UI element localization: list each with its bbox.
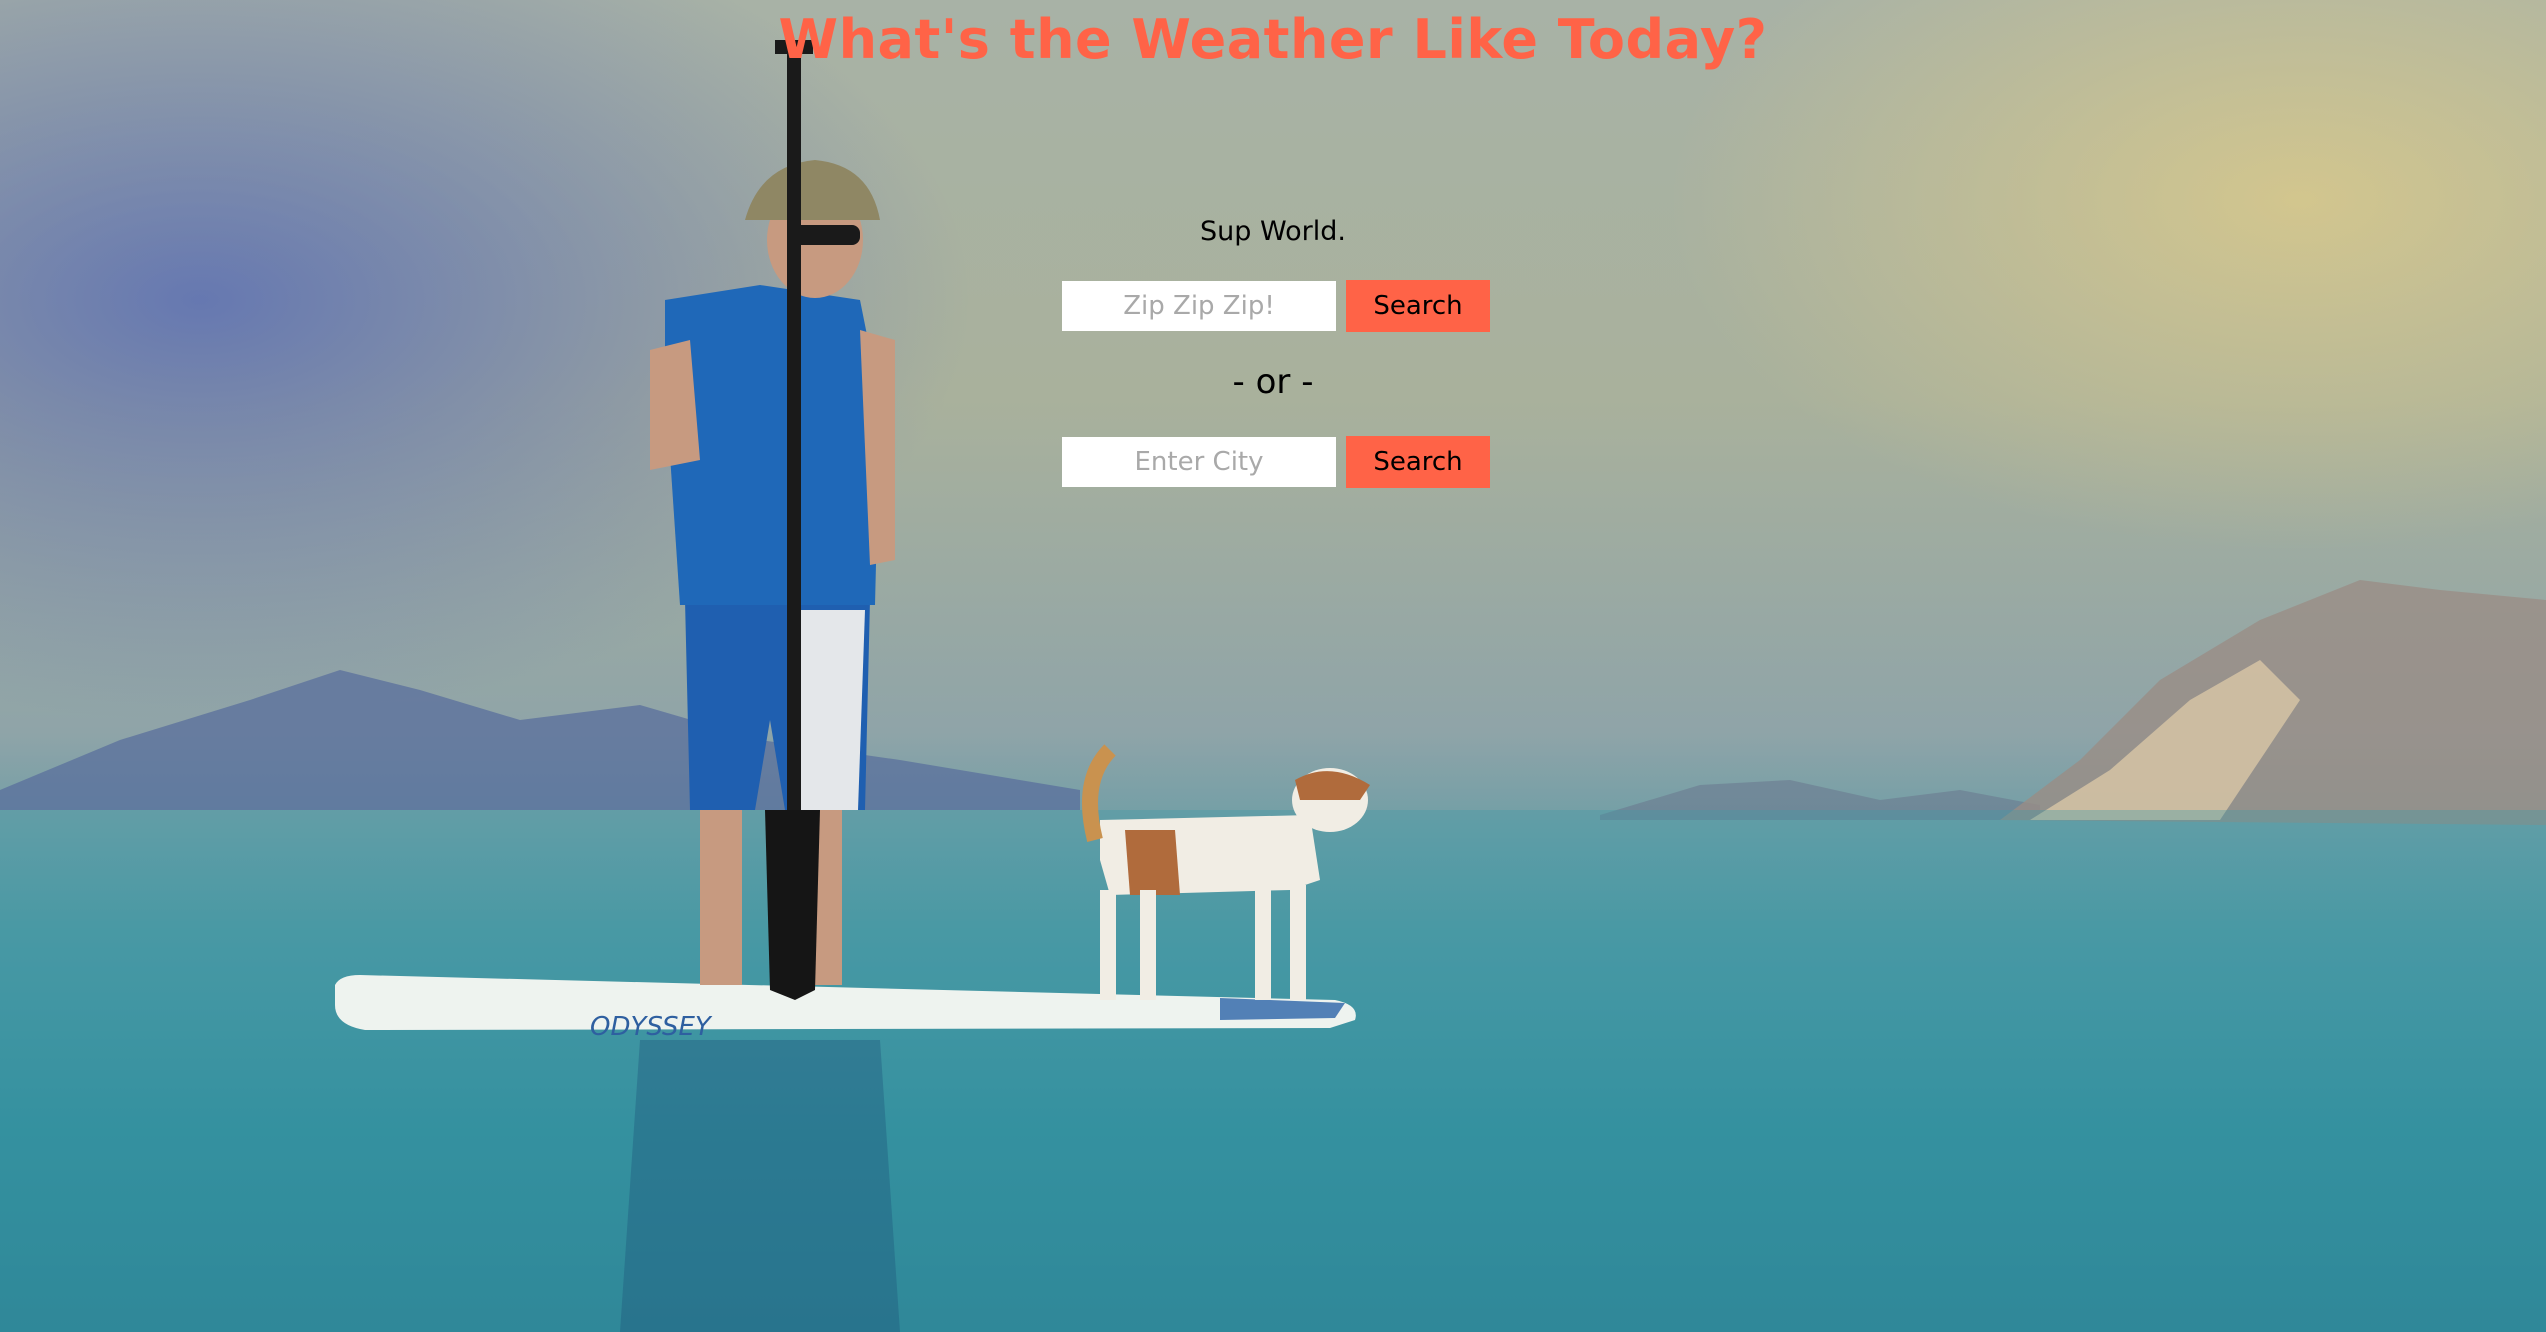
main-content: What's the Weather Like Today? Sup World… xyxy=(0,0,2546,1332)
zip-search-button[interactable]: Search xyxy=(1346,280,1490,332)
city-input[interactable] xyxy=(1062,437,1336,487)
zip-search-form: Search xyxy=(1062,280,1490,332)
city-search-form: Search xyxy=(1062,436,1490,488)
page-title: What's the Weather Like Today? xyxy=(778,8,1768,71)
city-search-button[interactable]: Search xyxy=(1346,436,1490,488)
zip-input[interactable] xyxy=(1062,281,1336,331)
greeting-text: Sup World. xyxy=(1200,216,1346,247)
or-separator: - or - xyxy=(1232,362,1314,402)
